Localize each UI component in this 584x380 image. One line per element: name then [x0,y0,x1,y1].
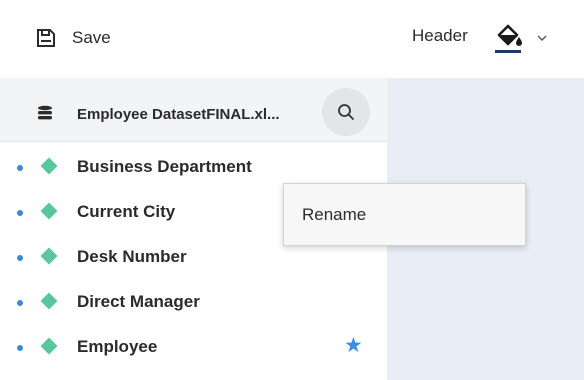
field-label: Desk Number [77,247,187,266]
bullet-dot-icon [17,345,23,351]
field-label: Employee [77,337,158,356]
dimension-diamond-icon [40,157,58,175]
dataset-name: Employee DatasetFINAL.xl... [77,106,280,123]
save-label: Save [72,28,111,47]
save-button[interactable]: Save [36,24,111,52]
field-item-direct-manager[interactable]: Direct Manager [0,277,387,321]
fill-color-swatch [495,50,521,53]
menu-item-label: Rename [302,205,367,224]
top-toolbar: Save Header [0,0,584,78]
bullet-dot-icon [17,300,23,306]
dimension-diamond-icon [40,292,58,310]
field-label: Current City [77,202,176,221]
dataset-header: Employee DatasetFINAL.xl... [0,78,387,142]
save-icon [37,29,55,47]
bullet-dot-icon [17,210,23,216]
field-item-employee[interactable]: Employee ★ [0,322,387,366]
dimension-diamond-icon [40,202,58,220]
bullet-dot-icon [17,255,23,261]
dimension-diamond-icon [40,337,58,355]
paint-bucket-icon [495,24,522,53]
field-item-business-department[interactable]: Business Department [0,142,387,186]
menu-item-rename[interactable]: Rename [284,184,525,245]
context-menu: Rename [283,183,526,246]
fill-color-picker[interactable] [494,19,548,57]
bullet-dot-icon [17,165,23,171]
search-button[interactable] [322,88,370,136]
field-label: Business Department [77,157,252,176]
database-icon [38,105,52,120]
chevron-down-icon [537,35,547,41]
field-label: Direct Manager [77,292,200,311]
dimension-diamond-icon [40,247,58,265]
star-icon[interactable]: ★ [344,333,363,358]
search-icon [338,104,354,120]
header-label: Header [412,26,468,45]
